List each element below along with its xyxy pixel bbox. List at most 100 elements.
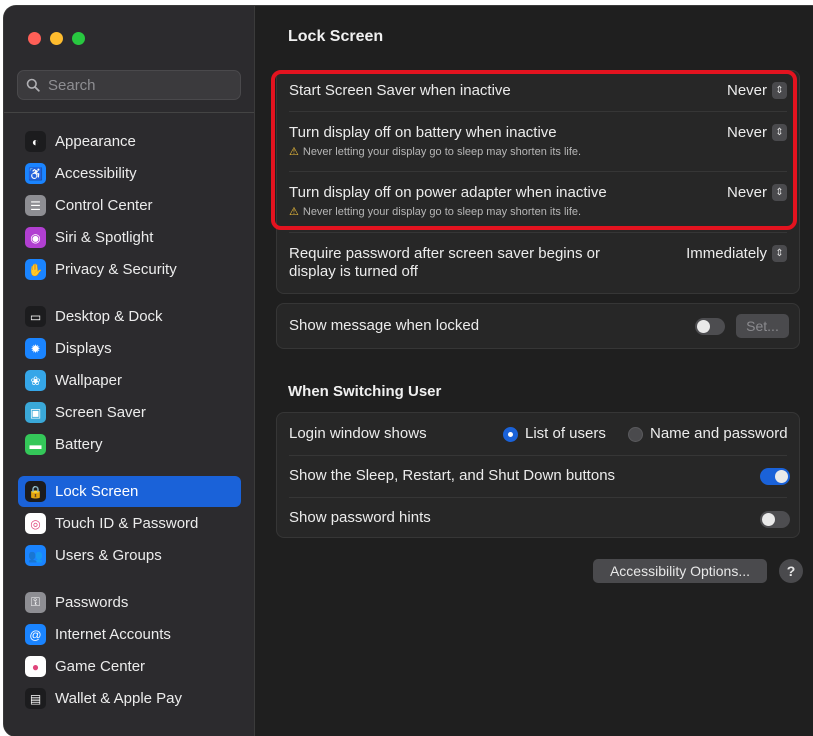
sidebar-item-label: Users & Groups	[55, 547, 162, 564]
sidebar-item-lock-screen[interactable]: 🔒 Lock Screen	[18, 476, 241, 507]
close-button[interactable]	[28, 32, 41, 45]
sidebar-item-wallpaper[interactable]: ❀ Wallpaper	[18, 365, 241, 396]
sidebar-item-wallet-apple-pay[interactable]: ▤ Wallet & Apple Pay	[18, 683, 241, 714]
traffic-lights	[28, 32, 85, 45]
name-and-password-label[interactable]: Name and password	[650, 425, 788, 442]
name-and-password-radio[interactable]	[628, 427, 643, 442]
sidebar-item-users-groups[interactable]: 👥 Users & Groups	[18, 540, 241, 571]
display-battery-warning: ⚠ Never letting your display go to sleep…	[289, 145, 787, 159]
sleep-settings-group: Start Screen Saver when inactive Never ⇕…	[276, 70, 800, 294]
sidebar-item-label: Screen Saver	[55, 404, 146, 421]
sidebar-item-accessibility[interactable]: ♿ Accessibility	[18, 158, 241, 189]
hand-icon: ✋	[25, 259, 46, 280]
sidebar-item-displays[interactable]: ✹ Displays	[18, 333, 241, 364]
row-divider	[289, 171, 787, 172]
sleep-buttons-toggle[interactable]	[760, 468, 790, 485]
display-power-warning-text: Never letting your display go to sleep m…	[302, 205, 582, 218]
warning-icon: ⚠	[289, 206, 299, 218]
sidebar-item-control-center[interactable]: ☰ Control Center	[18, 190, 241, 221]
display-battery-value: Never	[726, 124, 767, 141]
password-hints-label: Show password hints	[289, 509, 431, 526]
warning-icon: ⚠	[289, 146, 299, 158]
require-password-label-2: display is turned off	[289, 263, 418, 280]
settings-window: ◐ Appearance ♿ Accessibility ☰ Control Center…	[4, 6, 813, 736]
screen-saver-popup[interactable]: Never ⇕	[727, 82, 787, 99]
sidebar-item-label: Privacy & Security	[55, 261, 177, 278]
sidebar-item-passwords[interactable]: ⚿ Passwords	[18, 587, 241, 618]
search-field[interactable]	[17, 70, 241, 100]
show-message-toggle[interactable]	[695, 318, 725, 335]
require-password-popup[interactable]: Immediately ⇕	[686, 245, 787, 262]
require-password-value: Immediately	[686, 245, 767, 262]
sidebar-item-label: Siri & Spotlight	[55, 229, 154, 246]
display-battery-row: Turn display off on battery when inactiv…	[289, 124, 787, 158]
wallpaper-icon: ❀	[25, 370, 46, 391]
sidebar-item-siri-spotlight[interactable]: ◉ Siri & Spotlight	[18, 222, 241, 253]
users-icon: 👥	[25, 545, 46, 566]
list-of-users-label[interactable]: List of users	[525, 425, 606, 442]
display-power-popup[interactable]: Never ⇕	[727, 184, 787, 201]
screen-saver-row: Start Screen Saver when inactive	[289, 82, 787, 99]
row-divider	[289, 111, 787, 112]
main-pane: Lock Screen Start Screen Saver when inac…	[255, 6, 813, 736]
battery-icon: ▬	[25, 434, 46, 455]
search-input[interactable]	[46, 75, 230, 95]
sidebar-item-internet-accounts[interactable]: @ Internet Accounts	[18, 619, 241, 650]
lock-icon: 🔒	[25, 481, 46, 502]
display-power-value: Never	[726, 184, 767, 201]
toggle-knob	[697, 320, 710, 333]
stepper-icon: ⇕	[772, 184, 787, 201]
section-title: When Switching User	[288, 383, 442, 400]
display-power-label: Turn display off on power adapter when i…	[289, 184, 607, 201]
stepper-icon: ⇕	[772, 245, 787, 262]
displays-icon: ✹	[25, 338, 46, 359]
display-battery-popup[interactable]: Never ⇕	[727, 124, 787, 141]
row-divider	[289, 455, 787, 456]
sidebar-item-label: Passwords	[55, 594, 129, 611]
list-of-users-radio[interactable]	[503, 427, 518, 442]
sidebar-divider	[4, 112, 254, 113]
row-divider	[289, 232, 787, 233]
sidebar-item-label: Appearance	[55, 133, 136, 150]
display-power-warning: ⚠ Never letting your display go to sleep…	[289, 205, 787, 219]
sidebar-item-label: Touch ID & Password	[55, 515, 199, 532]
sidebar-item-label: Game Center	[55, 658, 146, 675]
dock-icon: ▭	[25, 306, 46, 327]
game-center-icon: ●	[25, 656, 46, 677]
at-icon: @	[25, 624, 46, 645]
stepper-icon: ⇕	[772, 82, 787, 99]
set-message-button[interactable]: Set...	[736, 314, 789, 338]
sidebar-item-label: Desktop & Dock	[55, 308, 163, 325]
minimize-button[interactable]	[50, 32, 63, 45]
screen-saver-icon: ▣	[25, 402, 46, 423]
accessibility-options-button[interactable]: Accessibility Options...	[593, 559, 767, 583]
screen-saver-value: Never	[726, 82, 767, 99]
password-hints-toggle[interactable]	[760, 511, 790, 528]
sidebar-item-screen-saver[interactable]: ▣ Screen Saver	[18, 397, 241, 428]
message-group: Show message when locked Set...	[276, 303, 800, 349]
sidebar-item-label: Accessibility	[55, 165, 137, 182]
help-button[interactable]: ?	[779, 559, 803, 583]
screen-saver-label: Start Screen Saver when inactive	[289, 82, 511, 99]
sidebar-item-touch-id-password[interactable]: ◎ Touch ID & Password	[18, 508, 241, 539]
page-title: Lock Screen	[288, 28, 384, 45]
display-battery-label: Turn display off on battery when inactiv…	[289, 124, 557, 141]
row-divider	[289, 497, 787, 498]
sidebar-item-label: Wallpaper	[55, 372, 122, 389]
accessibility-icon: ♿	[25, 163, 46, 184]
sidebar-item-privacy-security[interactable]: ✋ Privacy & Security	[18, 254, 241, 285]
sidebar-item-battery[interactable]: ▬ Battery	[18, 429, 241, 460]
toggle-knob	[762, 513, 775, 526]
siri-icon: ◉	[25, 227, 46, 248]
display-power-row: Turn display off on power adapter when i…	[289, 184, 787, 218]
sidebar-item-game-center[interactable]: ● Game Center	[18, 651, 241, 682]
sidebar-item-label: Lock Screen	[55, 483, 139, 500]
sidebar-item-appearance[interactable]: ◐ Appearance	[18, 126, 241, 157]
display-battery-warning-text: Never letting your display go to sleep m…	[302, 145, 582, 158]
sidebar-item-label: Displays	[55, 340, 112, 357]
control-center-icon: ☰	[25, 195, 46, 216]
sidebar-item-desktop-dock[interactable]: ▭ Desktop & Dock	[18, 301, 241, 332]
key-icon: ⚿	[25, 592, 46, 613]
zoom-button[interactable]	[72, 32, 85, 45]
sidebar-item-label: Internet Accounts	[55, 626, 171, 643]
